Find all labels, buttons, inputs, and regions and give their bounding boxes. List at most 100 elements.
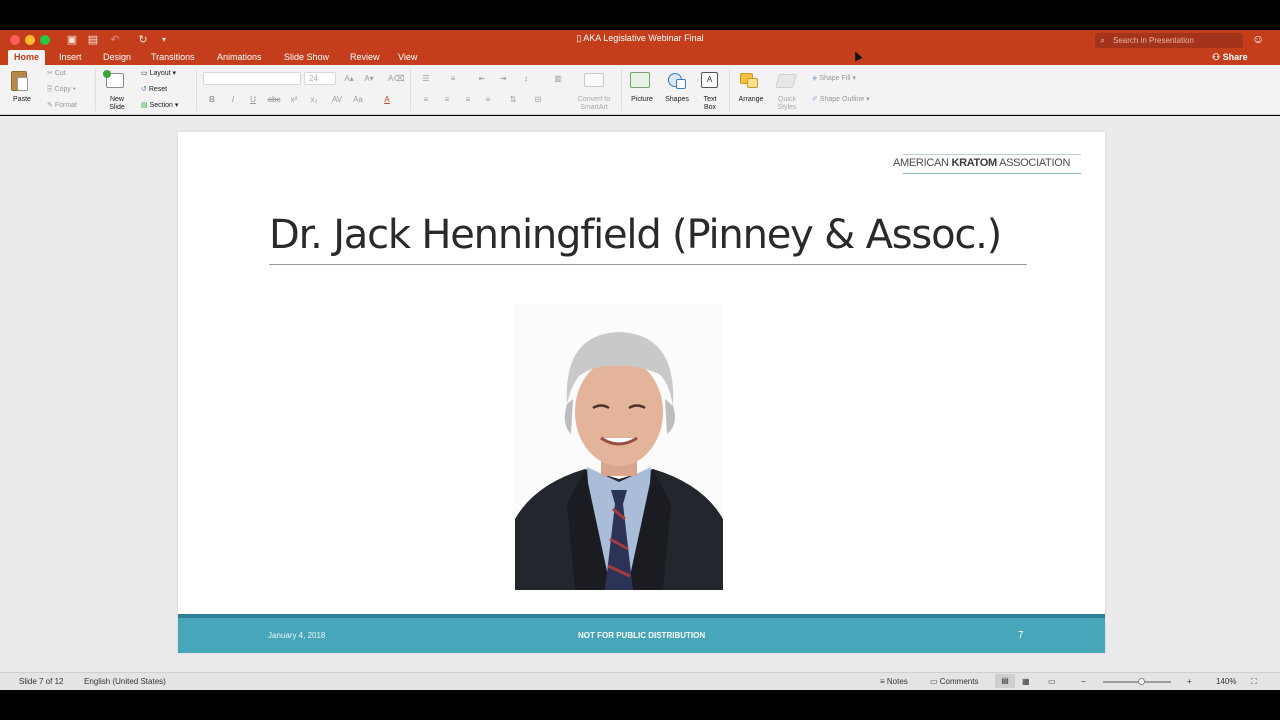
strikethrough-icon[interactable]: abc: [266, 94, 282, 106]
slide-sorter-icon[interactable]: ▦: [1022, 677, 1030, 687]
tab-design[interactable]: Design: [97, 50, 137, 65]
home-ribbon: Paste ✂ Cut ⎘ Copy ▾ ✎ Format New Slide …: [0, 65, 1280, 115]
text-box-label-line1: Text: [703, 96, 717, 103]
copy-icon: ⎘: [47, 86, 55, 93]
justify-icon[interactable]: ≡: [482, 94, 494, 106]
change-case-icon[interactable]: Aa: [352, 94, 364, 106]
feedback-smiley-icon[interactable]: ☺: [1252, 32, 1264, 46]
tab-animations[interactable]: Animations: [211, 50, 268, 65]
logo-word-american: AMERICAN: [893, 157, 949, 169]
shape-fill-button[interactable]: ◈ Shape Fill ▾: [812, 74, 856, 83]
new-slide-label-line1: New: [109, 96, 124, 103]
footer-slide-number: 7: [1018, 630, 1024, 641]
slide[interactable]: AMERICAN KRATOM ASSOCIATION Dr. Jack Hen…: [178, 132, 1105, 653]
quick-styles-label-line2: Styles: [777, 104, 797, 111]
comment-icon: ▭: [930, 677, 940, 686]
slide-indicator: Slide 7 of 12: [19, 677, 64, 686]
fit-slide-icon[interactable]: ⛶: [1251, 677, 1257, 687]
ribbon-divider: [621, 69, 622, 111]
italic-icon[interactable]: I: [227, 94, 239, 106]
text-direction-icon[interactable]: ⇅: [507, 94, 519, 106]
align-right-icon[interactable]: ≡: [462, 94, 474, 106]
slide-footer-band: January 4, 2018 NOT FOR PUBLIC DISTRIBUT…: [178, 618, 1105, 653]
quick-styles-icon: [775, 74, 797, 88]
align-text-icon[interactable]: ⊟: [532, 94, 544, 106]
add-plus-icon: [103, 70, 111, 78]
bullets-icon[interactable]: ☰: [420, 73, 432, 85]
align-left-icon[interactable]: ≡: [420, 94, 432, 106]
reading-view-icon[interactable]: ▭: [1048, 677, 1056, 687]
underline-icon[interactable]: U: [247, 94, 259, 106]
logo-word-kratom: KRATOM: [951, 157, 997, 169]
reset-button[interactable]: ↺ Reset: [141, 85, 167, 94]
footer-distribution-notice: NOT FOR PUBLIC DISTRIBUTION: [578, 631, 706, 640]
columns-icon[interactable]: ▥: [552, 73, 564, 85]
share-button[interactable]: ⚇ Share: [1212, 50, 1248, 64]
increase-indent-icon[interactable]: ⇥: [497, 73, 509, 85]
subscript-icon[interactable]: x₂: [308, 94, 320, 106]
comments-button[interactable]: ▭ Comments: [930, 677, 978, 687]
tab-slide-show[interactable]: Slide Show: [278, 50, 335, 65]
bold-icon[interactable]: B: [206, 94, 218, 106]
paste-label: Paste: [13, 96, 31, 103]
text-box-label-line2: Box: [703, 104, 717, 111]
title-bar: ▣ ▤ ↶ ↻ ▾ ▯ AKA Legislative Webinar Fina…: [0, 30, 1280, 50]
font-size-select[interactable]: 24: [304, 72, 336, 85]
tab-transitions[interactable]: Transitions: [145, 50, 201, 65]
search-field[interactable]: ⌕ Search in Presentation: [1095, 33, 1243, 48]
clear-formatting-icon[interactable]: A⌫: [388, 73, 405, 85]
logo-top-rule: [903, 154, 1081, 155]
decrease-indent-icon[interactable]: ⇤: [476, 73, 488, 85]
shapes-label: Shapes: [665, 96, 689, 103]
new-slide-label-line2: Slide: [109, 104, 125, 111]
align-center-icon[interactable]: ≡: [441, 94, 453, 106]
zoom-slider[interactable]: [1103, 678, 1171, 685]
slide-title[interactable]: Dr. Jack Henningfield (Pinney & Assoc.): [269, 212, 1002, 258]
font-color-icon[interactable]: A: [381, 94, 393, 106]
line-spacing-icon[interactable]: ↕: [520, 73, 532, 85]
format-painter-button[interactable]: ✎ Format: [47, 101, 77, 110]
picture-label: Picture: [631, 96, 653, 103]
decrease-font-icon[interactable]: A▾: [363, 73, 375, 85]
search-icon: ⌕: [1100, 35, 1106, 45]
copy-button[interactable]: ⎘ Copy ▾: [47, 85, 76, 94]
notes-button[interactable]: ≡ Notes: [880, 677, 908, 687]
logo-bottom-rule: [903, 173, 1081, 174]
character-spacing-icon[interactable]: AV: [328, 94, 346, 106]
letterbox-bottom: [0, 690, 1280, 720]
logo-word-association: ASSOCIATION: [999, 157, 1071, 169]
zoom-out-icon[interactable]: −: [1081, 677, 1086, 687]
tab-home[interactable]: Home: [8, 50, 46, 65]
paintbrush-icon: ✎: [47, 102, 55, 109]
picture-icon: [630, 72, 650, 88]
increase-font-icon[interactable]: A▴: [343, 73, 355, 85]
ribbon-divider: [196, 69, 197, 111]
layout-icon: ▭: [141, 70, 150, 77]
font-name-select[interactable]: [203, 72, 301, 85]
smartart-icon: [584, 73, 604, 87]
share-person-icon: ⚇: [1212, 52, 1223, 62]
zoom-slider-thumb[interactable]: [1138, 678, 1145, 685]
zoom-in-icon[interactable]: +: [1187, 677, 1192, 687]
tab-insert[interactable]: Insert: [53, 50, 88, 65]
portrait-photo[interactable]: [515, 304, 723, 590]
zoom-level[interactable]: 140%: [1216, 677, 1236, 687]
numbering-icon[interactable]: ≡: [447, 73, 459, 85]
slide-editing-area[interactable]: AMERICAN KRATOM ASSOCIATION Dr. Jack Hen…: [0, 116, 1280, 672]
layout-button[interactable]: ▭ Layout ▾: [141, 69, 176, 78]
normal-view-icon[interactable]: ▤: [995, 674, 1015, 688]
search-placeholder: Search in Presentation: [1113, 36, 1194, 45]
language-indicator[interactable]: English (United States): [84, 677, 166, 687]
convert-label-line2: SmartArt: [580, 104, 608, 111]
pen-icon: ✐: [812, 96, 820, 103]
tab-view[interactable]: View: [392, 50, 423, 65]
tab-review[interactable]: Review: [344, 50, 386, 65]
arrange-front-icon: [747, 78, 758, 88]
scissors-icon: ✂: [47, 70, 55, 77]
cut-button[interactable]: ✂ Cut: [47, 69, 66, 78]
superscript-icon[interactable]: x²: [288, 94, 300, 106]
ribbon-tab-bar: Home Insert Design Transitions Animation…: [0, 50, 1280, 65]
clipboard-page-icon: [17, 77, 28, 91]
shape-outline-button[interactable]: ✐ Shape Outline ▾: [812, 95, 870, 104]
section-button[interactable]: ▤ Section ▾: [141, 101, 178, 110]
